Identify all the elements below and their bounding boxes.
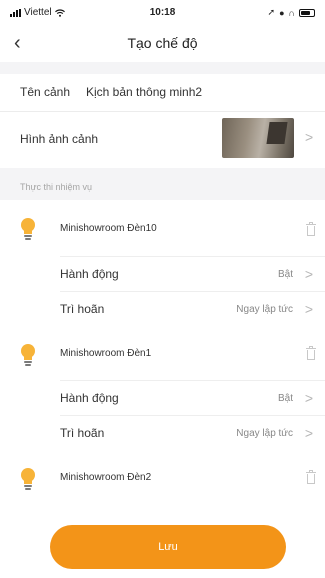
- delay-value: Ngay lập tức: [236, 304, 293, 315]
- scene-image-row[interactable]: Hình ảnh cảnh >: [0, 112, 325, 168]
- task-action-row[interactable]: Hành động Bật >: [60, 256, 325, 291]
- chevron-right-icon: >: [305, 129, 314, 145]
- task-item[interactable]: Minishowroom Đèn2: [0, 450, 325, 504]
- delay-value: Ngay lập tức: [236, 428, 293, 439]
- delay-label: Trì hoãn: [60, 302, 105, 316]
- tasks-section-title: Thực thi nhiệm vụ: [20, 182, 93, 192]
- alarm-icon: ●: [279, 7, 285, 18]
- trash-icon[interactable]: [306, 470, 316, 484]
- light-bulb-icon: [20, 218, 36, 240]
- light-bulb-icon: [20, 344, 36, 366]
- save-button[interactable]: Lưu: [50, 525, 286, 569]
- chevron-right-icon: >: [304, 390, 313, 406]
- task-device-name: Minishowroom Đèn1: [60, 348, 152, 359]
- page-title: Tạo chế độ: [127, 35, 198, 51]
- action-label: Hành động: [60, 391, 119, 405]
- scene-name-label: Tên cảnh: [20, 85, 71, 99]
- navigation-bar: ‹ Tạo chế độ: [0, 26, 325, 62]
- task-action-row[interactable]: Hành động Bật >: [60, 380, 325, 415]
- task-item[interactable]: Minishowroom Đèn10: [0, 200, 325, 254]
- task-item[interactable]: Minishowroom Đèn1: [0, 326, 325, 380]
- headphones-icon: ∩: [288, 7, 295, 18]
- chevron-right-icon: >: [304, 266, 313, 282]
- task-delay-row[interactable]: Trì hoãn Ngay lập tức >: [60, 415, 325, 450]
- trash-icon[interactable]: [306, 222, 316, 236]
- location-icon: ➚: [267, 7, 276, 17]
- action-value: Bật: [277, 393, 293, 404]
- task-delay-row[interactable]: Trì hoãn Ngay lập tức >: [60, 291, 325, 326]
- trash-icon[interactable]: [306, 346, 316, 360]
- scene-name-row[interactable]: Tên cảnh Kịch bản thông minh2: [0, 74, 325, 112]
- task-device-name: Minishowroom Đèn2: [60, 472, 152, 483]
- delay-label: Trì hoãn: [60, 426, 105, 440]
- chevron-right-icon: >: [304, 301, 313, 317]
- scene-image-label: Hình ảnh cảnh: [20, 132, 99, 146]
- create-scene-screen: Viettel 10:18 ➚ ● ∩ ‹ Tạo chế độ Tên cản…: [0, 0, 325, 578]
- action-label: Hành động: [60, 267, 119, 281]
- status-bar: Viettel 10:18 ➚ ● ∩: [0, 0, 325, 26]
- scene-name-value[interactable]: Kịch bản thông minh2: [86, 85, 202, 99]
- chevron-right-icon: >: [304, 425, 313, 441]
- task-device-name: Minishowroom Đèn10: [60, 223, 157, 234]
- task-list: Minishowroom Đèn10 Hành động Bật > Trì h…: [0, 200, 325, 578]
- scene-info-card: Tên cảnh Kịch bản thông minh2 Hình ảnh c…: [0, 74, 325, 168]
- action-value: Bật: [277, 269, 293, 280]
- scene-image-thumbnail[interactable]: [222, 118, 294, 158]
- light-bulb-icon: [20, 468, 36, 490]
- battery-icon: [299, 8, 315, 17]
